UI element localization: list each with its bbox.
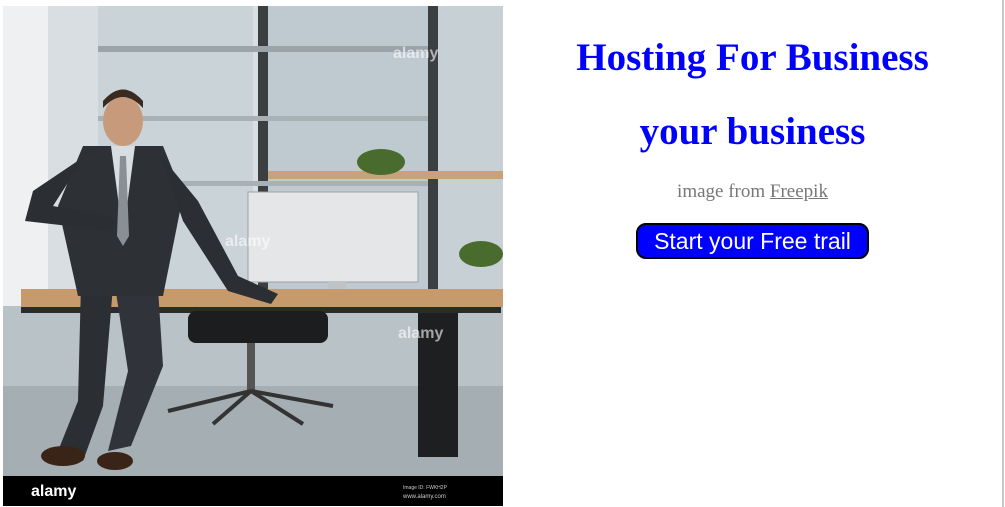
credit-prefix: image from: [677, 181, 770, 202]
right-divider: [1002, 0, 1004, 507]
watermark-mid: alamy: [225, 233, 270, 250]
businessman-photo: alamy alamy alamy alamy Image ID: FWKH2P…: [3, 6, 503, 506]
footer-url: www.alamy.com: [402, 494, 446, 500]
page: alamy alamy alamy alamy Image ID: FWKH2P…: [0, 0, 1005, 507]
image-credit: image from Freepik: [505, 181, 1000, 203]
freepik-link[interactable]: Freepik: [770, 181, 828, 202]
alamy-footer-logo: alamy: [31, 483, 76, 500]
hero-title-line1: Hosting For Business: [576, 36, 929, 79]
watermark-low: alamy: [398, 325, 443, 342]
hero-image: alamy alamy alamy alamy Image ID: FWKH2P…: [3, 6, 503, 506]
footer-image-id: Image ID: FWKH2P: [403, 485, 448, 491]
hero-title-line2: your business: [639, 110, 866, 153]
watermark-top: alamy: [393, 45, 438, 62]
start-free-trial-button[interactable]: Start your Free trail: [636, 223, 869, 259]
